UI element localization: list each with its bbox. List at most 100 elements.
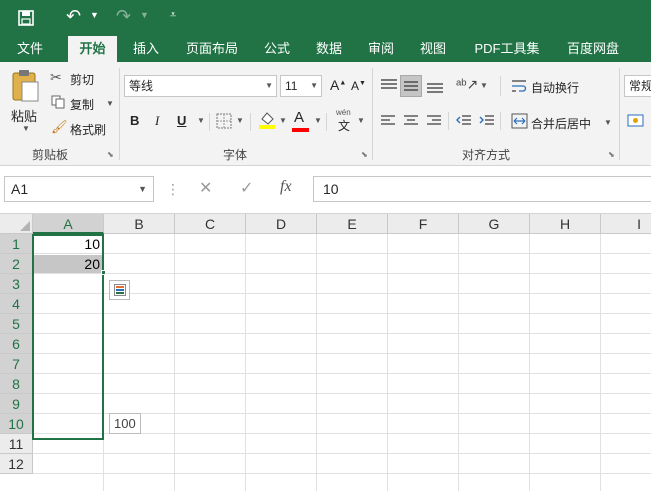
insert-function-button[interactable]: fx [280,178,292,196]
column-header-b[interactable]: B [104,214,175,234]
column-header-d[interactable]: D [246,214,317,234]
decrease-font-icon: A [351,79,360,93]
row-header-10[interactable]: 10 [0,414,33,434]
quick-analysis-button[interactable] [109,280,130,300]
save-icon[interactable] [18,10,34,26]
underline-dropdown-icon[interactable]: ▼ [197,116,205,125]
orientation-dropdown-icon[interactable]: ▼ [480,81,488,90]
column-header-f[interactable]: F [388,214,459,234]
format-painter-button[interactable]: 格式刷 [70,121,106,138]
font-name-select[interactable]: 等线 ▼ [124,75,277,97]
row-header-9[interactable]: 9 [0,394,33,414]
align-right-icon[interactable] [426,114,442,128]
formula-input[interactable]: 10 [313,176,651,202]
tab-insert[interactable]: 插入 [124,36,168,62]
accounting-format-icon[interactable] [627,113,645,129]
formula-bar-grip-icon[interactable]: ⋮ [166,181,180,198]
fill-color-dropdown-icon[interactable]: ▼ [279,116,287,125]
increase-font-button[interactable]: A▲ [330,77,346,93]
italic-button[interactable]: I [155,113,159,129]
font-color-dropdown-icon[interactable]: ▼ [314,116,322,125]
tab-baidu-netdisk[interactable]: 百度网盘 [558,36,628,62]
selection-range [32,234,104,440]
increase-indent-icon[interactable] [479,114,495,128]
decrease-indent-icon[interactable] [456,114,472,128]
tab-file[interactable]: 文件 [6,36,54,62]
row-header-11[interactable]: 11 [0,434,33,454]
tab-pdf-tools[interactable]: PDF工具集 [466,36,548,62]
redo-icon[interactable]: ↷ [116,6,131,27]
row-header-5[interactable]: 5 [0,314,33,334]
bold-button[interactable]: B [130,113,139,128]
row-header-3[interactable]: 3 [0,274,33,294]
align-left-icon[interactable] [380,114,396,128]
row-header-8[interactable]: 8 [0,374,33,394]
tab-formulas[interactable]: 公式 [256,36,298,62]
row-header-7[interactable]: 7 [0,354,33,374]
number-format-select[interactable]: 常规 [624,75,651,97]
copy-icon [51,95,65,109]
phonetic-guide-button[interactable]: 文 [338,117,350,134]
font-color-swatch [292,128,309,132]
merge-dropdown-icon[interactable]: ▼ [604,118,612,127]
row-header-1[interactable]: 1 [0,234,33,254]
copy-dropdown-icon[interactable]: ▼ [106,99,114,108]
divider [209,113,210,131]
column-header-a[interactable]: A [33,214,104,234]
row-header-12[interactable]: 12 [0,454,33,474]
align-bottom-icon[interactable] [426,78,444,94]
column-header-h[interactable]: H [530,214,601,234]
redo-dropdown-icon[interactable]: ▼ [140,10,149,20]
tab-data[interactable]: 数据 [308,36,350,62]
tab-home[interactable]: 开始 [68,36,117,62]
copy-button[interactable]: 复制 [70,96,94,113]
undo-icon[interactable]: ↶ [66,6,81,27]
orientation-icon[interactable]: ᵃᵇ↗ [456,76,478,93]
paste-icon[interactable] [10,68,40,102]
cut-button[interactable]: 剪切 [70,71,94,88]
tab-review[interactable]: 审阅 [360,36,402,62]
row-header-6[interactable]: 6 [0,334,33,354]
align-top-icon[interactable] [380,78,398,94]
worksheet-grid[interactable]: A B C D E F G H I 1 2 3 4 5 6 7 8 9 10 1… [0,214,651,491]
decrease-font-button[interactable]: A▼ [351,79,366,93]
fill-color-icon[interactable] [258,110,276,130]
enter-icon[interactable]: ✓ [240,178,253,198]
clipboard-launcher-icon[interactable]: ⬊ [107,150,114,159]
phonetic-dropdown-icon[interactable]: ▼ [357,116,365,125]
font-launcher-icon[interactable]: ⬊ [361,150,368,159]
column-header-c[interactable]: C [175,214,246,234]
alignment-launcher-icon[interactable]: ⬊ [608,150,615,159]
align-center-icon[interactable] [403,114,419,128]
column-header-g[interactable]: G [459,214,530,234]
wrap-text-button[interactable]: 自动换行 [531,79,579,96]
column-header-e[interactable]: E [317,214,388,234]
border-icon[interactable] [216,113,232,129]
fill-handle[interactable] [101,270,106,275]
divider [326,113,327,131]
merge-center-button[interactable]: 合并后居中 [531,115,591,132]
row-header-2[interactable]: 2 [0,254,33,274]
tab-view[interactable]: 视图 [412,36,454,62]
select-all-button[interactable] [0,214,33,234]
divider [250,113,251,131]
align-middle-button[interactable] [400,75,422,97]
border-dropdown-icon[interactable]: ▼ [236,116,244,125]
undo-dropdown-icon[interactable]: ▼ [90,10,99,20]
number-format-value: 常规 [629,79,651,93]
font-size-select[interactable]: 11 ▼ [280,75,322,97]
customize-icon[interactable]: ⩡ [170,9,176,22]
paste-dropdown-icon[interactable]: ▼ [22,124,30,133]
column-header-i[interactable]: I [601,214,651,234]
paste-button[interactable]: 粘贴 [11,106,37,125]
gridline [33,393,651,394]
row-header-4[interactable]: 4 [0,294,33,314]
font-color-button[interactable]: A [294,109,304,126]
align-middle-icon [404,81,418,91]
name-box[interactable]: A1 ▼ [4,176,154,202]
cut-icon: ✂ [50,69,62,85]
tab-page-layout[interactable]: 页面布局 [178,36,246,62]
cancel-icon[interactable]: ✕ [199,178,212,198]
underline-button[interactable]: U [177,113,186,128]
increase-font-icon: A [330,77,340,93]
